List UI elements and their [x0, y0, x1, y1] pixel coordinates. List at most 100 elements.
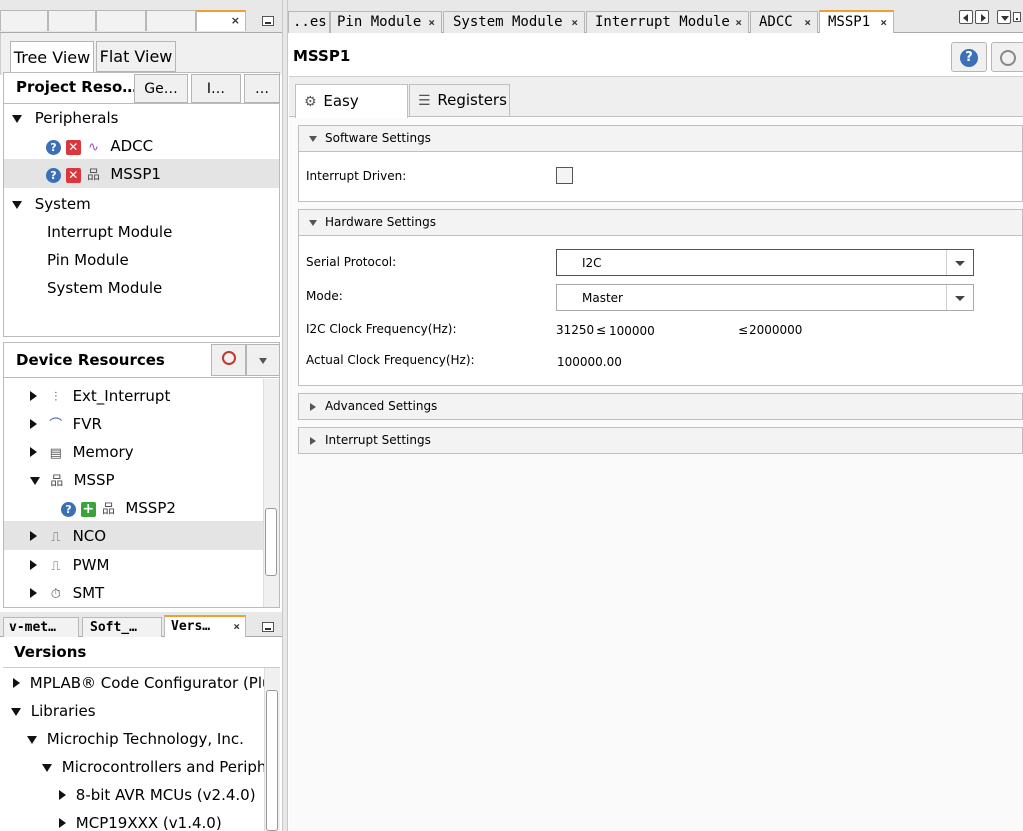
- close-icon[interactable]: ×: [735, 12, 742, 33]
- tab-soft[interactable]: Soft_…: [82, 617, 162, 637]
- tree-node-smt[interactable]: ⏱ SMT: [30, 579, 104, 607]
- section-title: Advanced Settings: [325, 399, 438, 413]
- tree-node-system[interactable]: System: [12, 190, 91, 218]
- expand-icon[interactable]: [59, 818, 66, 828]
- close-icon[interactable]: ×: [233, 617, 240, 636]
- tab-flat-view[interactable]: Flat View: [96, 41, 176, 72]
- version-item-avr[interactable]: 8-bit AVR MCUs (v2.4.0): [59, 781, 256, 809]
- tree-node-peripherals[interactable]: Peripherals: [12, 104, 118, 132]
- expand-icon[interactable]: [42, 764, 52, 772]
- interrupt-driven-label: Interrupt Driven:: [306, 169, 407, 183]
- help-button[interactable]: ?: [951, 42, 987, 72]
- close-icon[interactable]: ×: [428, 12, 435, 33]
- version-item-mcp19xxx[interactable]: MCP19XXX (v1.4.0): [59, 809, 222, 831]
- web-button[interactable]: [991, 42, 1023, 72]
- serial-protocol-select[interactable]: I2C: [556, 249, 974, 276]
- dropdown-button[interactable]: [246, 344, 280, 376]
- more-button[interactable]: …: [244, 74, 280, 103]
- tree-item-adcc[interactable]: ? ✕ ∿ ADCC: [46, 132, 153, 160]
- version-item-mcc[interactable]: MPLAB® Code Configurator (Plu: [13, 669, 264, 697]
- scrollbar-thumb[interactable]: [265, 508, 277, 576]
- help-icon[interactable]: ?: [46, 168, 61, 183]
- tab-right-arrow-icon[interactable]: [975, 10, 989, 24]
- tree-node-nco[interactable]: ⎍ NCO: [30, 522, 106, 550]
- expand-icon[interactable]: [30, 560, 37, 570]
- left-tab-4[interactable]: [146, 10, 196, 31]
- tree-node-mssp[interactable]: 品 MSSP: [30, 466, 115, 494]
- pane-divider[interactable]: [282, 0, 288, 831]
- tree-node-fvr[interactable]: ⌒ FVR: [30, 410, 102, 438]
- remove-icon[interactable]: ✕: [65, 168, 81, 183]
- tab-adcc[interactable]: ADCC ×: [750, 11, 818, 33]
- expand-icon[interactable]: [30, 391, 37, 401]
- expand-icon[interactable]: [59, 790, 66, 800]
- close-icon[interactable]: ×: [880, 12, 887, 33]
- tree-node-ext-interrupt[interactable]: ⫶ Ext_Interrupt: [30, 382, 170, 410]
- versions-clip: MPLAB® Code Configurator (Plu Libraries …: [3, 668, 264, 831]
- advanced-settings-header[interactable]: Advanced Settings: [298, 393, 1023, 420]
- tab-list-icon[interactable]: [997, 10, 1011, 24]
- generate-button[interactable]: Ge…: [134, 74, 188, 103]
- version-item-microchip[interactable]: Microchip Technology, Inc.: [27, 725, 244, 753]
- tree-node-pwm[interactable]: ⎍ PWM: [30, 551, 109, 579]
- import-button[interactable]: I…: [191, 74, 241, 103]
- expand-icon[interactable]: [11, 708, 21, 716]
- expand-icon[interactable]: [30, 477, 40, 485]
- expand-icon[interactable]: [12, 115, 22, 123]
- version-item-libraries[interactable]: Libraries: [11, 697, 96, 725]
- filter-button[interactable]: [211, 344, 246, 376]
- tab-overflow[interactable]: ..es: [288, 11, 330, 33]
- collapse-icon: [309, 136, 317, 142]
- tab-registers[interactable]: ☰ Registers: [409, 84, 510, 116]
- help-icon[interactable]: ?: [61, 502, 76, 517]
- tab-left-arrow-icon[interactable]: [959, 10, 973, 24]
- expand-icon[interactable]: [27, 736, 37, 744]
- scrollbar-thumb[interactable]: [266, 690, 278, 831]
- mode-select[interactable]: Master: [556, 284, 974, 311]
- tree-item-pin-module[interactable]: Pin Module: [47, 246, 129, 274]
- expand-icon[interactable]: [30, 531, 37, 541]
- mssp1-label: MSSP1: [110, 165, 161, 183]
- add-icon[interactable]: +: [80, 502, 96, 517]
- tab-pin-module[interactable]: Pin Module ×: [330, 11, 442, 33]
- expand-icon[interactable]: [30, 419, 37, 429]
- expand-icon[interactable]: [30, 447, 37, 457]
- hardware-settings-header[interactable]: Hardware Settings: [298, 209, 1023, 236]
- software-settings-header[interactable]: Software Settings: [298, 125, 1023, 152]
- tree-item-system-module[interactable]: System Module: [47, 274, 162, 302]
- interrupt-driven-checkbox[interactable]: [556, 167, 573, 184]
- left-tab-3[interactable]: [96, 10, 146, 31]
- tab-v-met[interactable]: v-met…: [3, 617, 79, 637]
- version-item-mcu[interactable]: Microcontrollers and Periphe: [42, 753, 264, 781]
- version-label: Libraries: [30, 702, 96, 720]
- close-icon[interactable]: ×: [804, 12, 811, 33]
- version-label: 8-bit AVR MCUs (v2.4.0): [75, 786, 256, 804]
- expand-icon[interactable]: [30, 588, 37, 598]
- close-icon[interactable]: ×: [571, 12, 578, 33]
- left-tab-active[interactable]: ×: [196, 10, 246, 31]
- minimize-icon[interactable]: [262, 622, 274, 632]
- close-icon[interactable]: ×: [231, 14, 240, 27]
- minimize-icon[interactable]: [1013, 12, 1021, 22]
- tab-versions[interactable]: Vers… ×: [164, 615, 246, 637]
- chevron-down-icon[interactable]: [946, 250, 973, 275]
- tab-easy-setup[interactable]: ⚙ Easy Setup: [295, 84, 408, 143]
- help-icon[interactable]: ?: [46, 140, 61, 155]
- minimize-icon[interactable]: [262, 16, 274, 26]
- tab-interrupt-module[interactable]: Interrupt Module ×: [586, 11, 749, 33]
- tab-system-module[interactable]: System Module ×: [443, 11, 585, 33]
- tree-item-interrupt-module[interactable]: Interrupt Module: [47, 218, 172, 246]
- remove-icon[interactable]: ✕: [65, 140, 81, 155]
- tree-item-mssp2[interactable]: ? + 品 MSSP2: [61, 494, 176, 522]
- tree-item-mssp1[interactable]: ? ✕ 品 MSSP1: [46, 160, 161, 188]
- expand-icon[interactable]: [13, 678, 20, 688]
- tab-mssp1[interactable]: MSSP1 ×: [819, 10, 894, 33]
- left-tab-2[interactable]: [48, 10, 96, 31]
- chevron-down-icon[interactable]: [946, 285, 973, 310]
- expand-icon[interactable]: [12, 201, 22, 209]
- clock-frequency-input[interactable]: 100000: [609, 324, 729, 338]
- tree-node-memory[interactable]: ▤ Memory: [30, 438, 134, 466]
- interrupt-settings-header[interactable]: Interrupt Settings: [298, 427, 1023, 454]
- tab-tree-view[interactable]: Tree View: [10, 41, 94, 73]
- left-tab-1[interactable]: [0, 10, 48, 31]
